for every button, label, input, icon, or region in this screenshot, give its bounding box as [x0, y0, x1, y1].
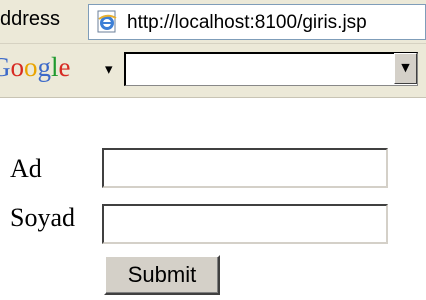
google-logo-letter: o — [10, 52, 25, 82]
address-label: ddress — [0, 8, 61, 30]
google-logo-letter: o — [24, 52, 38, 82]
google-search-input[interactable] — [124, 52, 418, 86]
google-logo-letter: g — [37, 52, 52, 82]
submit-button[interactable]: Submit — [104, 255, 220, 295]
google-logo-letter: G — [0, 52, 11, 82]
address-bar: ddress http://localhost:8100/giris.jsp — [0, 0, 426, 44]
soyad-input[interactable] — [102, 204, 388, 244]
address-field[interactable]: http://localhost:8100/giris.jsp — [88, 4, 426, 40]
ad-input[interactable] — [102, 148, 388, 188]
google-logo-letter: e — [58, 52, 71, 82]
dropdown-arrow-icon: ▼ — [401, 61, 410, 74]
google-toolbar: Google ▾ ▼ — [0, 44, 426, 98]
url-text: http://localhost:8100/giris.jsp — [127, 12, 367, 33]
soyad-label: Soyad — [10, 203, 75, 232]
google-dropdown-button[interactable]: ▼ — [394, 53, 417, 84]
google-logo[interactable]: Google — [0, 52, 71, 84]
ad-label: Ad — [10, 154, 42, 183]
ie-page-icon — [97, 10, 117, 33]
google-logo-letter: l — [51, 52, 59, 82]
google-menu-arrow-icon[interactable]: ▾ — [105, 60, 113, 78]
